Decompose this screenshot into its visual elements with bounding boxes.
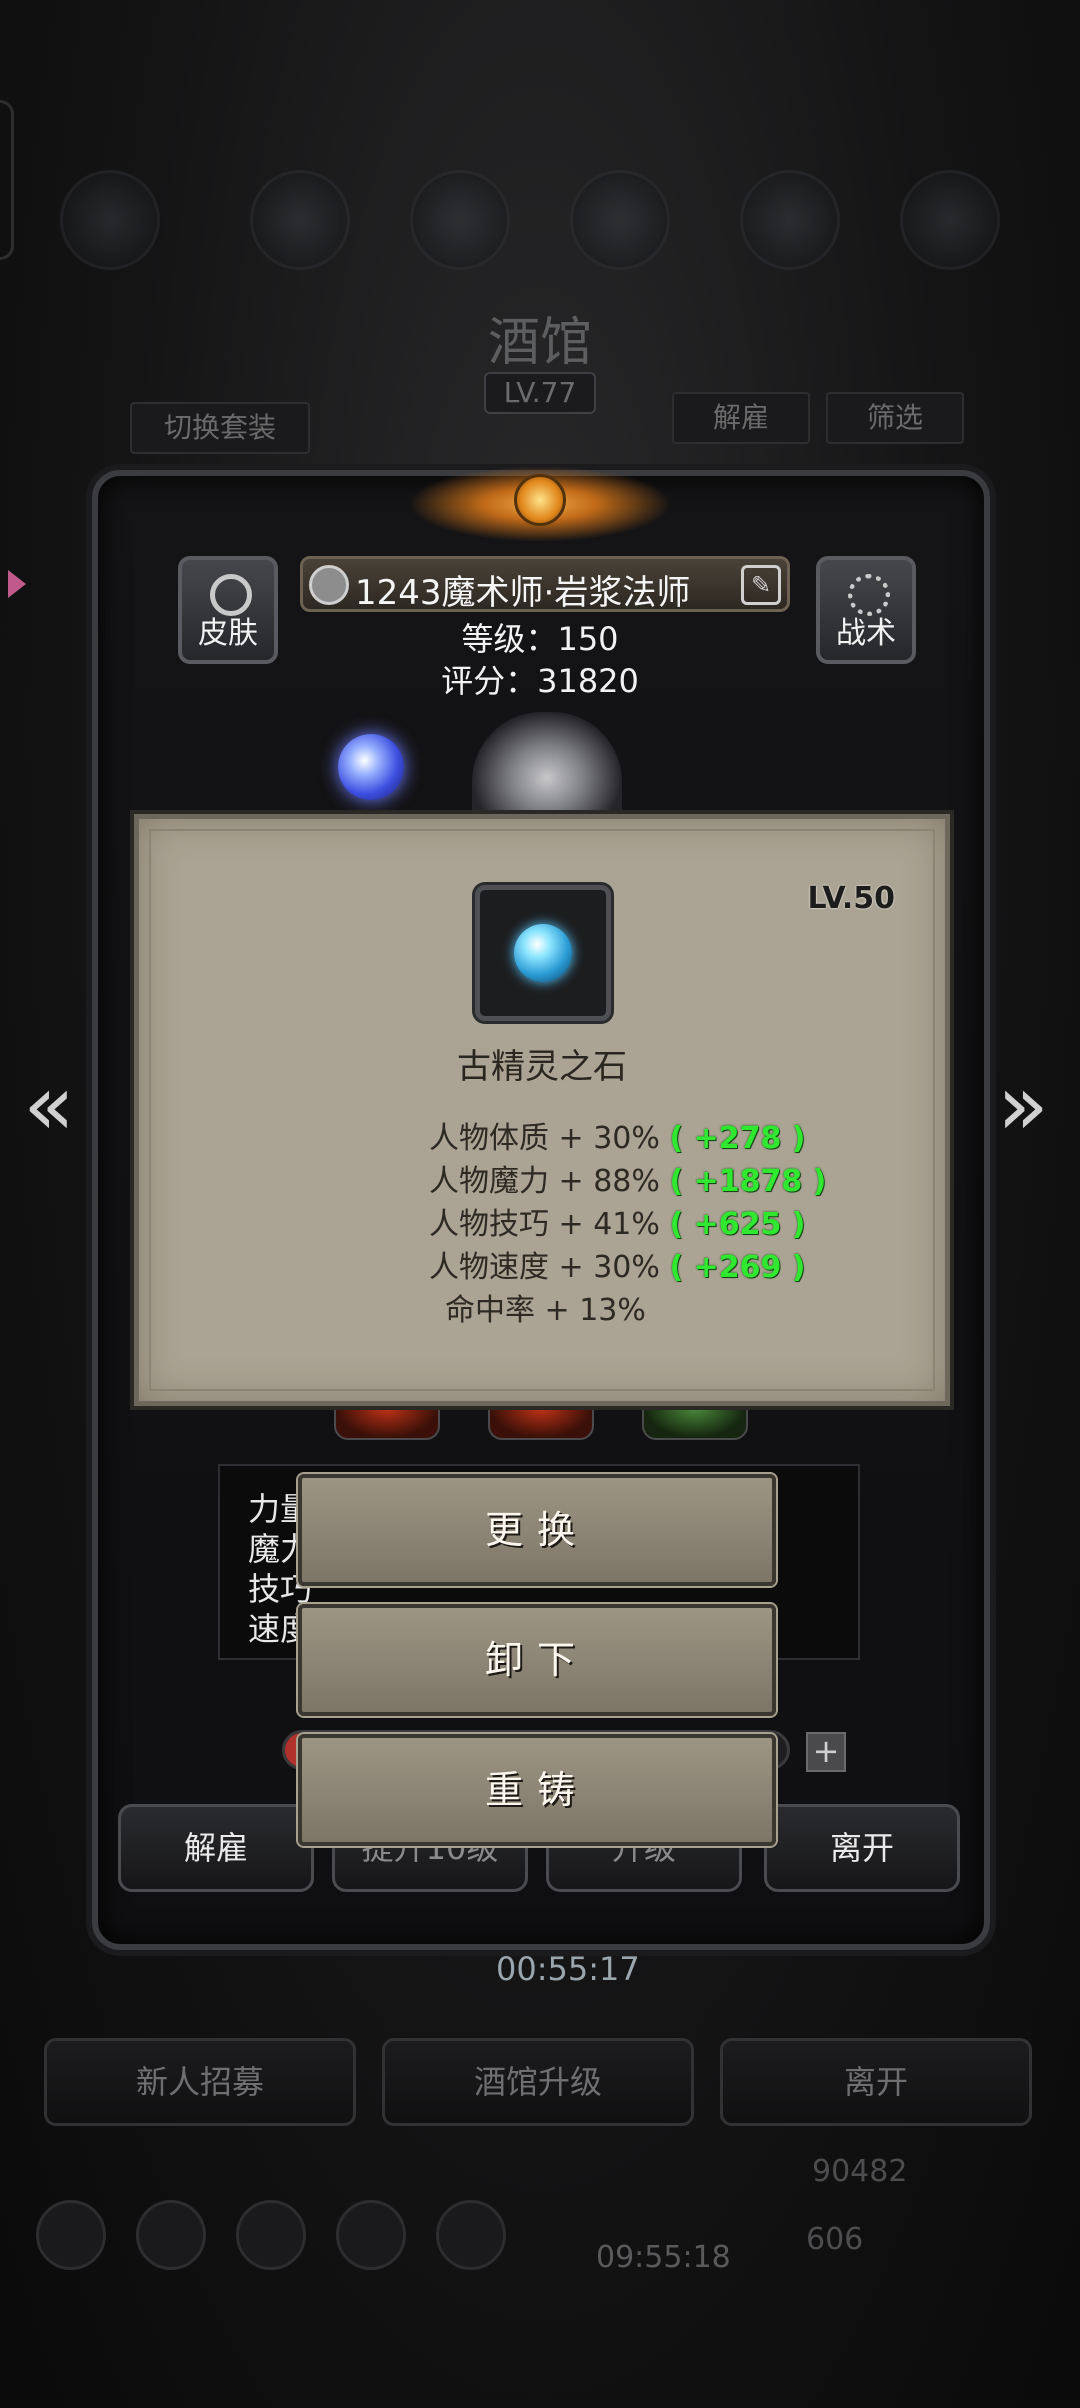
attr-base: 人物魔力 + 88% <box>429 1164 660 1199</box>
attr-bonus: ( +1878 ) <box>669 1164 827 1199</box>
attr-bonus: ( +269 ) <box>669 1250 806 1285</box>
bg-dismiss-button: 解雇 <box>672 392 810 444</box>
item-attribute: 人物技巧 + 41% ( +625 ) <box>429 1199 806 1243</box>
top-menu-icon-3 <box>570 170 670 270</box>
dock-icon-3 <box>236 2200 306 2270</box>
edit-icon[interactable]: ✎ <box>741 565 781 605</box>
chevron-right-double-icon: » <box>997 1056 1049 1154</box>
hero-score: 评分：31820 <box>441 662 639 700</box>
gem-slot-1[interactable] <box>334 1406 440 1440</box>
hero-level: 等级：150 <box>461 620 619 658</box>
replace-button[interactable]: 更换 <box>298 1474 776 1586</box>
side-indicator-icon <box>8 570 26 598</box>
bg-filter-button: 筛选 <box>826 392 964 444</box>
bg-leave-button: 离开 <box>720 2038 1032 2126</box>
spirit-stone-icon <box>514 924 572 982</box>
ornament-emblem-icon <box>514 474 566 526</box>
gem-slot-2[interactable] <box>488 1406 594 1440</box>
top-menu-icon-1 <box>250 170 350 270</box>
item-attribute: 人物魔力 + 88% ( +1878 ) <box>429 1156 826 1200</box>
attr-base: 人物速度 + 30% <box>429 1250 660 1285</box>
switch-outfit-button: 切换套装 <box>130 402 310 454</box>
tavern-level: LV.77 <box>484 372 596 414</box>
prev-hero-button[interactable]: « <box>14 1060 84 1150</box>
attr-base: 命中率 + 13% <box>445 1293 646 1328</box>
add-exp-button[interactable]: + <box>806 1732 846 1772</box>
attr-base: 人物技巧 + 41% <box>429 1207 660 1242</box>
attr-bonus: ( +625 ) <box>669 1207 806 1242</box>
class-badge-icon <box>309 565 349 605</box>
item-name: 古精灵之石 <box>457 1047 627 1087</box>
tavern-title: 酒馆 <box>487 313 592 373</box>
item-attribute: 人物速度 + 30% ( +269 ) <box>429 1242 806 1286</box>
tavern-upgrade-button: 酒馆升级 <box>382 2038 694 2126</box>
gem-amount: 606 <box>806 2222 864 2257</box>
leave-button[interactable]: 离开 <box>764 1804 960 1892</box>
top-menu-icon-5 <box>900 170 1000 270</box>
dismiss-button[interactable]: 解雇 <box>118 1804 314 1892</box>
attr-base: 人物体质 + 30% <box>429 1121 660 1156</box>
top-menu-icon-2 <box>410 170 510 270</box>
dock-icon-5 <box>436 2200 506 2270</box>
item-info-popup: LV.50 古精灵之石 人物体质 + 30% ( +278 ) 人物魔力 + 8… <box>134 814 950 1406</box>
hero-name-bar: 1243魔术师·岩浆法师 ✎ <box>300 556 790 613</box>
dock-icon-2 <box>136 2200 206 2270</box>
countdown-timer: 00:55:17 <box>496 1950 640 1988</box>
dock-icon-4 <box>336 2200 406 2270</box>
bottom-timer: 09:55:18 <box>596 2240 731 2275</box>
magic-orb-icon <box>338 734 404 800</box>
hero-name: 1243魔术师·岩浆法师 <box>355 573 691 613</box>
attr-bonus: ( +278 ) <box>669 1121 806 1156</box>
unequip-button[interactable]: 卸下 <box>298 1604 776 1716</box>
left-edge-tab <box>0 100 14 260</box>
top-menu-icon-4 <box>740 170 840 270</box>
item-icon-frame <box>475 885 611 1021</box>
item-attribute: 命中率 + 13% <box>445 1285 646 1329</box>
item-level: LV.50 <box>807 881 895 916</box>
next-hero-button[interactable]: » <box>988 1060 1058 1150</box>
recruit-button: 新人招募 <box>44 2038 356 2126</box>
dock-icon-1 <box>36 2200 106 2270</box>
gold-amount: 90482 <box>812 2154 908 2189</box>
item-attribute: 人物体质 + 30% ( +278 ) <box>429 1113 806 1157</box>
chevron-left-double-icon: « <box>23 1056 75 1154</box>
gem-slot-3[interactable] <box>642 1406 748 1440</box>
reforge-button[interactable]: 重铸 <box>298 1734 776 1846</box>
top-avatar-icon <box>60 170 160 270</box>
